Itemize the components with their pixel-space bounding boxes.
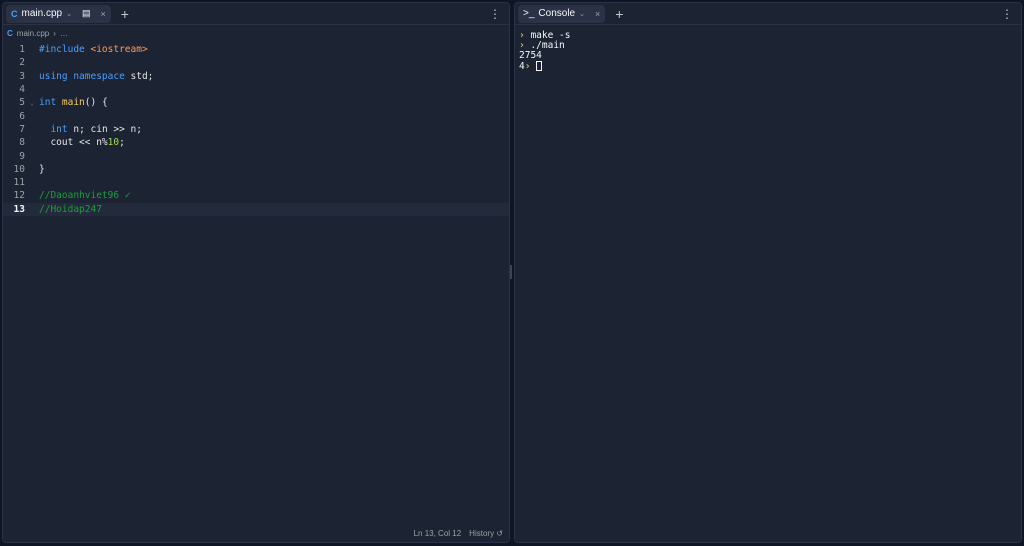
line-number: 12 bbox=[13, 190, 25, 202]
history-button[interactable]: History ↺ bbox=[469, 529, 503, 538]
line-number: 13 bbox=[13, 203, 25, 215]
code-line[interactable]: 9 bbox=[3, 149, 509, 162]
cpp-file-icon: C bbox=[11, 8, 18, 19]
code-line[interactable]: 2 bbox=[3, 56, 509, 69]
code-line[interactable]: 12 //Daoanhviet96 ✓ bbox=[3, 189, 509, 202]
console-prompt[interactable]: 4› bbox=[519, 61, 1017, 72]
code-line[interactable]: 4 bbox=[3, 83, 509, 96]
preview-icon[interactable]: ▤ bbox=[82, 8, 91, 19]
code-token: 10 bbox=[107, 137, 120, 149]
code-text: int n; cin >> n; bbox=[39, 124, 142, 135]
resize-handle[interactable] bbox=[510, 265, 512, 279]
chevron-right-icon: › bbox=[53, 28, 56, 38]
add-tab-button[interactable]: + bbox=[121, 6, 129, 22]
close-icon[interactable]: × bbox=[595, 9, 600, 19]
chevron-down-icon[interactable]: ⌄ bbox=[66, 10, 72, 18]
line-number: 4 bbox=[19, 84, 25, 96]
code-token: () { bbox=[84, 97, 108, 109]
code-token: ; bbox=[119, 137, 125, 149]
line-number: 3 bbox=[19, 70, 25, 82]
code-text: } bbox=[39, 164, 45, 175]
code-line[interactable]: 8 cout << n%10; bbox=[3, 136, 509, 149]
tab-label: Console bbox=[538, 8, 576, 19]
code-token: n; cin >> n; bbox=[67, 123, 142, 135]
console-line: › ./main bbox=[519, 41, 1017, 51]
code-line[interactable]: 1 #include <iostream> bbox=[3, 43, 509, 56]
more-options-icon[interactable]: ⋮ bbox=[489, 7, 501, 21]
code-text: int main() { bbox=[39, 97, 108, 108]
add-tab-button[interactable]: + bbox=[615, 6, 623, 22]
line-number: 5 bbox=[19, 97, 25, 109]
code-line[interactable]: 3 using namespace std; bbox=[3, 70, 509, 83]
close-icon[interactable]: × bbox=[100, 9, 105, 19]
breadcrumb: C main.cpp › … bbox=[3, 25, 509, 41]
code-token: main bbox=[61, 97, 85, 109]
tab-main-cpp[interactable]: C main.cpp ⌄ ▤ × bbox=[6, 4, 111, 23]
status-bar: Ln 13, Col 12 History ↺ bbox=[414, 529, 503, 538]
text-cursor bbox=[536, 61, 543, 71]
tab-console[interactable]: >_ Console ⌄ × bbox=[518, 4, 606, 23]
console-panel: >_ Console ⌄ × + ⋮ › make -s › ./main 27… bbox=[514, 2, 1022, 543]
tab-label: main.cpp bbox=[21, 8, 63, 19]
console-output[interactable]: › make -s › ./main 2754 4› bbox=[515, 25, 1021, 78]
code-line[interactable]: 11 bbox=[3, 176, 509, 189]
line-number: 1 bbox=[19, 44, 25, 56]
code-token: using namespace bbox=[39, 70, 131, 82]
chevron-down-icon[interactable]: ⌄ bbox=[579, 10, 585, 18]
history-icon: ↺ bbox=[496, 529, 503, 538]
code-text: using namespace std; bbox=[39, 71, 153, 82]
console-line: › make -s bbox=[519, 31, 1017, 41]
line-number: 10 bbox=[13, 163, 25, 175]
code-line[interactable]: 6 bbox=[3, 109, 509, 122]
line-number: 8 bbox=[19, 137, 25, 149]
more-options-icon[interactable]: ⋮ bbox=[1001, 7, 1013, 21]
code-token: std; bbox=[130, 70, 154, 82]
breadcrumb-more[interactable]: … bbox=[60, 29, 68, 38]
code-token: int bbox=[39, 97, 62, 109]
code-token: #include bbox=[39, 44, 91, 56]
code-line[interactable]: 13 //Hoidap247 bbox=[3, 202, 509, 216]
code-text: #include <iostream> bbox=[39, 44, 148, 55]
editor-panel: C main.cpp ⌄ ▤ × + ⋮ C main.cpp › … 1 #in… bbox=[2, 2, 510, 543]
code-text: //Daoanhviet96 ✓ bbox=[39, 190, 131, 201]
code-token: <iostream> bbox=[90, 44, 148, 56]
line-number: 6 bbox=[19, 110, 25, 122]
console-tabbar: >_ Console ⌄ × + ⋮ bbox=[515, 3, 1021, 25]
prompt-icon: › bbox=[524, 61, 537, 72]
program-output: 2754 bbox=[519, 50, 542, 61]
cpp-file-icon: C bbox=[7, 28, 13, 38]
code-line[interactable]: 7 int n; cin >> n; bbox=[3, 123, 509, 136]
code-line[interactable]: 10} bbox=[3, 163, 509, 176]
code-token: int bbox=[50, 123, 68, 135]
code-token: //Hoidap247 bbox=[39, 203, 102, 215]
editor-tabbar: C main.cpp ⌄ ▤ × + ⋮ bbox=[3, 3, 509, 25]
code-text: //Hoidap247 bbox=[39, 204, 102, 215]
code-text: cout << n%10; bbox=[39, 137, 125, 149]
code-token: //Daoanhviet96 ✓ bbox=[39, 190, 131, 202]
history-label: History bbox=[469, 529, 495, 538]
line-number: 7 bbox=[19, 123, 25, 135]
line-number: 11 bbox=[13, 177, 25, 189]
breadcrumb-file[interactable]: main.cpp bbox=[17, 29, 49, 38]
line-number: 9 bbox=[19, 150, 25, 162]
line-number: 2 bbox=[19, 57, 25, 69]
fold-chevron-icon[interactable]: ⌄ bbox=[25, 99, 39, 107]
code-editor[interactable]: 1 #include <iostream> 2 3 using namespace st… bbox=[3, 43, 509, 216]
terminal-icon: >_ bbox=[523, 8, 535, 19]
code-line[interactable]: 5 ⌄ int main() { bbox=[3, 96, 509, 109]
code-token: cout << n% bbox=[39, 137, 108, 149]
code-token: } bbox=[39, 163, 45, 175]
cursor-position[interactable]: Ln 13, Col 12 bbox=[414, 529, 462, 538]
